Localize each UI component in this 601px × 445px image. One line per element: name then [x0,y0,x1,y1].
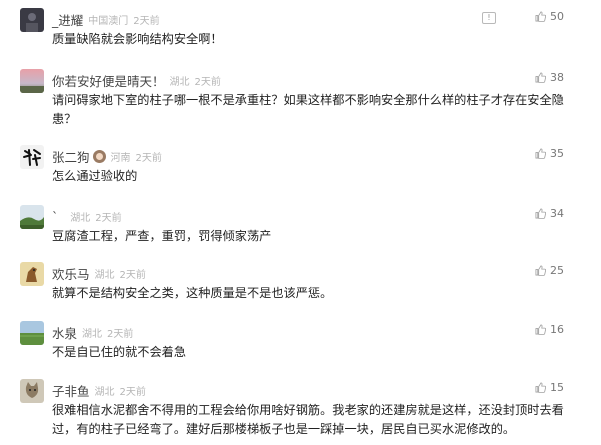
like-count: 25 [550,264,564,277]
thumbs-up-icon [535,324,546,335]
comment-item: _进耀 中国澳门 2天前 质量缺陷就会影响结构安全啊！ ! 50 [0,8,601,48]
comment-text: 就算不是结构安全之类，这种质量是不是也该严惩。 [52,286,333,300]
like-count: 34 [550,207,564,220]
like-count: 16 [550,323,564,336]
comment-header: 你若安好便是晴天！ 湖北 2天前 [52,71,221,89]
timestamp: 2天前 [119,269,146,281]
location: 中国澳门 [88,15,129,27]
timestamp: 2天前 [95,212,122,224]
like-button[interactable]: 25 [535,264,564,277]
like-button[interactable]: 50 [535,10,564,23]
comment-text: 怎么通过验收的 [52,169,138,183]
comment-text: 不是自已住的就不会着急 [52,345,187,359]
comment-item: 欢乐马 湖北 2天前 就算不是结构安全之类，这种质量是不是也该严惩。 25 [0,262,601,302]
comment-header: 欢乐马 湖北 2天前 [52,264,146,282]
timestamp: 2天前 [133,15,160,27]
dark-figure-avatar-icon[interactable] [20,8,44,32]
comment-header: ` 湖北 2天前 [52,207,122,225]
username[interactable]: 水泉 [52,323,77,342]
horse-avatar-icon[interactable] [20,262,44,286]
comment-item: ` 湖北 2天前 豆腐渣工程，严查，重罚，罚得倾家荡产 34 [0,205,601,245]
location: 湖北 [94,386,115,398]
like-count: 15 [550,381,564,394]
username[interactable]: 欢乐马 [52,264,90,283]
comment-item: 水泉 湖北 2天前 不是自已住的就不会着急 16 [0,321,601,361]
thumbs-up-icon [535,208,546,219]
calligraphy-avatar-icon[interactable] [20,145,44,169]
thumbs-up-icon [535,11,546,22]
thumbs-up-icon [535,382,546,393]
username[interactable]: 你若安好便是晴天！ [52,71,165,90]
timestamp: 2天前 [119,386,146,398]
location: 湖北 [82,328,103,340]
comment-item: 子非鱼 湖北 2天前 很难相信水泥都舍不得用的工程会给你用啥好钢筋。我老家的还建… [0,379,601,443]
comment-header: 水泉 湖北 2天前 [52,323,133,341]
sunset-avatar-icon[interactable] [20,69,44,93]
landscape-avatar-icon[interactable] [20,205,44,229]
location: 湖北 [94,269,115,281]
thumbs-up-icon [535,72,546,83]
comment-text: 请问碍家地下室的柱子哪一根不是承重柱？如果这样都不影响安全那什么样的柱子才存在安… [52,93,564,126]
comment-header: 子非鱼 湖北 2天前 [52,381,146,399]
like-button[interactable]: 35 [535,147,564,160]
timestamp: 2天前 [107,328,134,340]
timestamp: 2天前 [135,152,162,164]
username[interactable]: _进耀 [52,10,83,29]
like-button[interactable]: 38 [535,71,564,84]
timestamp: 2天前 [194,76,221,88]
comment-header: 张二狗 河南 2天前 [52,147,162,165]
location: 湖北 [70,212,91,224]
medal-badge-icon [92,149,106,163]
location: 湖北 [169,76,190,88]
username[interactable]: ` [52,209,58,224]
field-avatar-icon[interactable] [20,321,44,345]
comment-text: 豆腐渣工程，严查，重罚，罚得倾家荡产 [52,229,272,243]
like-count: 50 [550,10,564,23]
like-button[interactable]: 15 [535,381,564,394]
like-button[interactable]: 16 [535,323,564,336]
username[interactable]: 张二狗 [52,147,90,166]
thumbs-up-icon [535,148,546,159]
location: 河南 [110,152,131,164]
cat-avatar-icon[interactable] [20,379,44,403]
thumbs-up-icon [535,265,546,276]
like-count: 38 [550,71,564,84]
username[interactable]: 子非鱼 [52,381,90,400]
comment-item: 你若安好便是晴天！ 湖北 2天前 请问碍家地下室的柱子哪一根不是承重柱？如果这样… [0,69,601,129]
comment-text: 质量缺陷就会影响结构安全啊！ [52,32,223,46]
report-button[interactable]: ! [482,12,496,24]
comment-header: _进耀 中国澳门 2天前 [52,10,160,28]
like-count: 35 [550,147,564,160]
comment-text: 很难相信水泥都舍不得用的工程会给你用啥好钢筋。我老家的还建房就是这样，还没封顶时… [52,403,564,436]
like-button[interactable]: 34 [535,207,564,220]
comment-item: 张二狗 河南 2天前 怎么通过验收的 35 [0,145,601,185]
